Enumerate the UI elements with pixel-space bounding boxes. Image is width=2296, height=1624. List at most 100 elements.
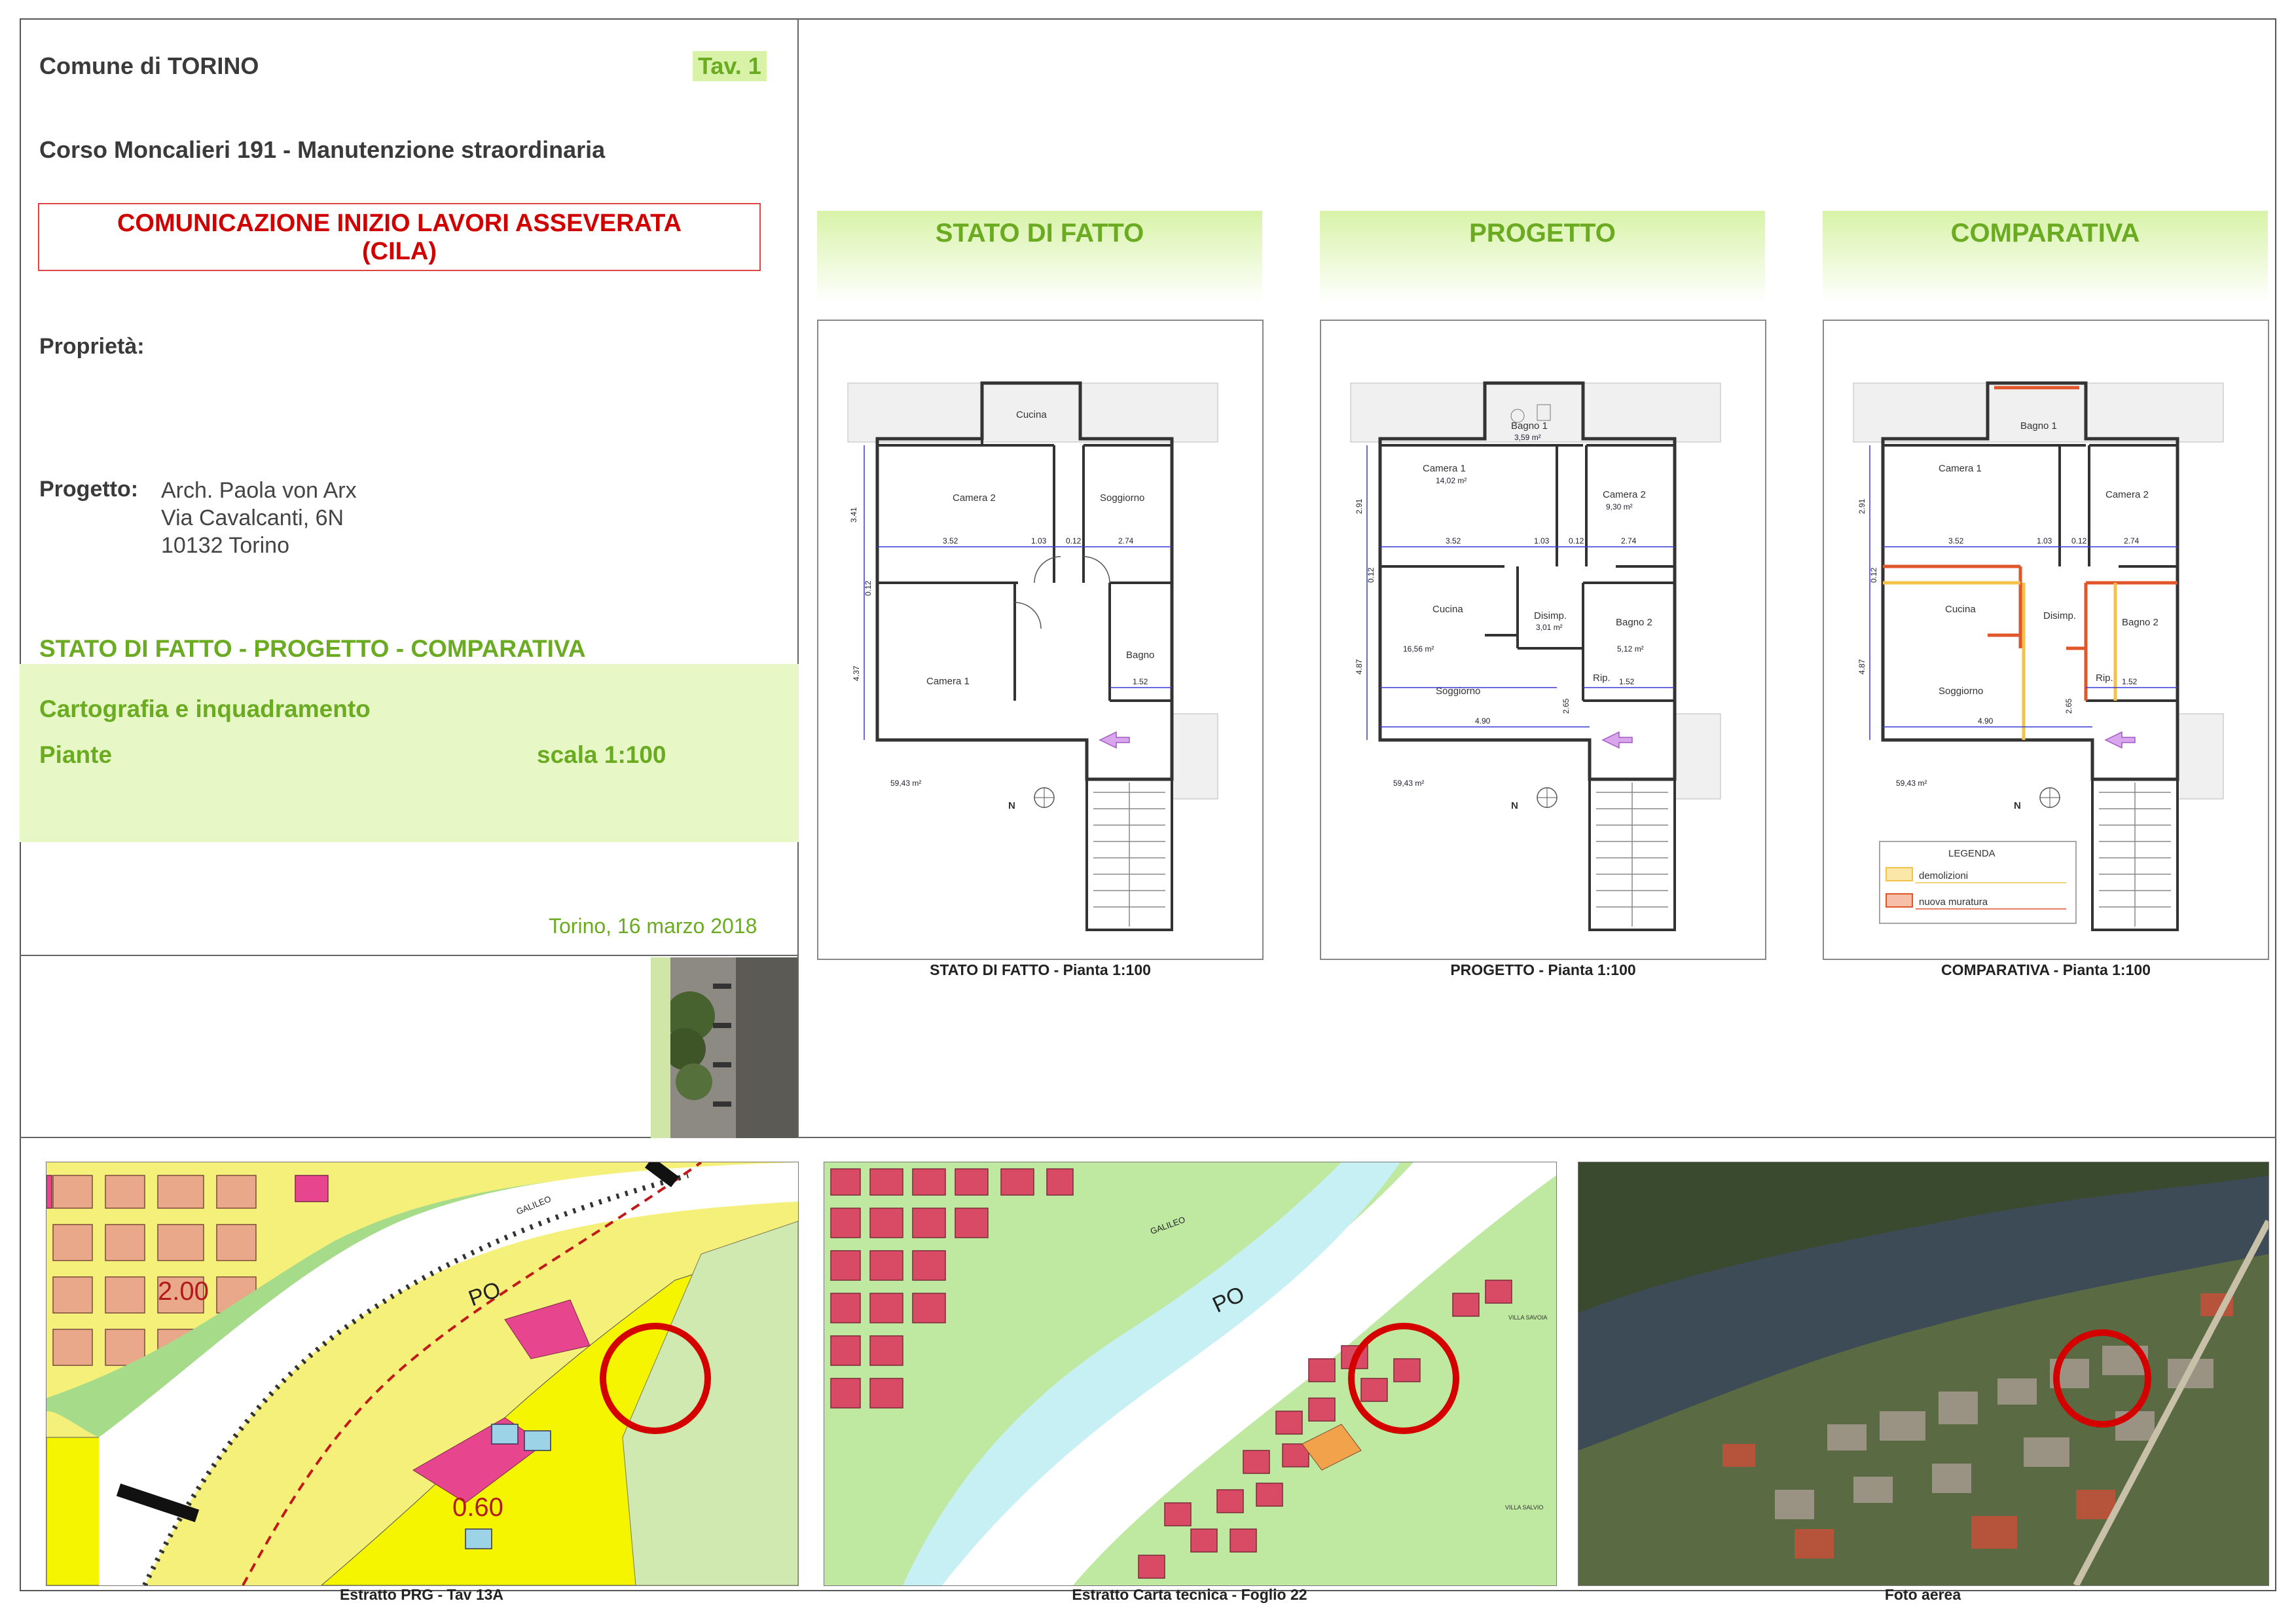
dim-label: 3.41: [849, 507, 858, 523]
contents-piante: Piante: [39, 741, 113, 768]
room-area: 14,02 m²: [1436, 476, 1467, 485]
plan-heading-stato: STATO DI FATTO: [817, 211, 1262, 303]
north-marker: N: [2014, 800, 2021, 811]
dim-label: 2.74: [1118, 536, 1134, 545]
dim-label: 0.12: [1569, 536, 1584, 545]
room-area: 9,30 m²: [1606, 502, 1633, 511]
total-area: 59,43 m²: [1896, 779, 1927, 788]
dim-label: 4.87: [1355, 659, 1364, 674]
room-label: Bagno 2: [1616, 617, 1652, 628]
map-caption-prg: Estratto PRG - Tav 13A: [339, 1586, 504, 1603]
divider-title-bottom: [20, 955, 799, 956]
contents-band: [20, 664, 799, 842]
room-label: Cucina: [1016, 409, 1047, 420]
map-prg-drawing: 2.00 0.60 PO GALILEO: [46, 1162, 798, 1585]
divider-vertical: [797, 18, 799, 1138]
progetto-address: Arch. Paola von Arx Via Cavalcanti, 6N 1…: [161, 477, 357, 559]
dim-label: 4.87: [1857, 659, 1867, 674]
plan-progetto-drawing: Bagno 1 3,59 m² Camera 1 14,02 m² Camera…: [1350, 381, 1721, 931]
progetto-label: Progetto:: [39, 477, 139, 502]
legend-item: demolizioni: [1919, 870, 1968, 881]
map-prg: 2.00 0.60 PO GALILEO: [46, 1162, 799, 1586]
plan-heading-progetto: PROGETTO: [1320, 211, 1765, 303]
room-area: 3,01 m²: [1536, 623, 1563, 632]
dim-label: 1.03: [1031, 536, 1047, 545]
map-caption-carta: Estratto Carta tecnica - Foglio 22: [1072, 1586, 1307, 1603]
map-label: VILLA SALVIO: [1505, 1504, 1543, 1511]
dim-label: 1.52: [2122, 677, 2138, 686]
dim-label: 4.37: [852, 665, 861, 681]
plan-stato-di-fatto: Cucina Camera 2 Soggiorno Camera 1 Bagno…: [817, 320, 1264, 960]
progetto-line: 10132 Torino: [161, 533, 289, 558]
map-label: VILLA SAVOIA: [1508, 1314, 1547, 1321]
dim-label: 2.91: [1857, 498, 1867, 514]
contents-cartografia: Cartografia e inquadramento: [39, 695, 371, 722]
dim-label: 2.65: [2064, 698, 2073, 714]
room-label: Soggiorno: [1100, 492, 1144, 504]
room-label: Bagno 2: [2122, 617, 2159, 628]
dim-label: 2.91: [1355, 498, 1364, 514]
building-photo-drawing: [651, 957, 797, 1138]
dim-label: 2.65: [1561, 698, 1571, 714]
room-label: Soggiorno: [1939, 686, 1983, 697]
map-carta-tecnica: PO GALILEO VILLA SAVOIA VILLA SALVIO: [824, 1162, 1557, 1586]
room-label: Camera 1: [1939, 463, 1982, 474]
room-label: Rip.: [2096, 673, 2113, 684]
dim-label: 4.90: [1475, 716, 1491, 726]
date-label: Torino, 16 marzo 2018: [549, 914, 757, 938]
plan-comparativa: Bagno 1 Camera 1 Camera 2 Cucina Disimp.…: [1823, 320, 2269, 960]
cila-line-1: COMUNICAZIONE INIZIO LAVORI ASSEVERATA: [117, 210, 682, 237]
dim-label: 0.12: [2071, 536, 2087, 545]
room-label: Camera 1: [1423, 463, 1466, 474]
legend-item: nuova muratura: [1919, 896, 1988, 908]
room-label: Camera 2: [2105, 489, 2149, 500]
dim-label: 1.52: [1133, 677, 1148, 686]
plan-stato-drawing: Cucina Camera 2 Soggiorno Camera 1 Bagno…: [847, 381, 1218, 931]
dim-label: 0.12: [864, 580, 873, 596]
progetto-line: Via Cavalcanti, 6N: [161, 506, 344, 530]
room-label: Bagno 1: [1511, 420, 1548, 432]
contents-scale: scala 1:100: [537, 741, 666, 768]
map-caption-aerial: Foto aerea: [1884, 1586, 1961, 1603]
building-photo: [651, 957, 797, 1138]
room-label: Soggiorno: [1436, 686, 1480, 697]
dim-label: 1.03: [2037, 536, 2052, 545]
plan-caption-comparativa: COMPARATIVA - Pianta 1:100: [1941, 961, 2151, 978]
map-aerial-photo: [1578, 1162, 2269, 1586]
proprieta-label: Proprietà:: [39, 334, 145, 359]
plan-caption-stato: STATO DI FATTO - Pianta 1:100: [930, 961, 1151, 978]
room-area: 16,56 m²: [1403, 644, 1434, 654]
room-area: 5,12 m²: [1617, 644, 1644, 654]
tav-badge: Tav. 1: [693, 51, 767, 81]
room-label: Disimp.: [1534, 610, 1567, 621]
cila-box: COMUNICAZIONE INIZIO LAVORI ASSEVERATA (…: [38, 203, 761, 271]
room-label: Camera 2: [1603, 489, 1646, 500]
total-area: 59,43 m²: [890, 779, 921, 788]
dim-label: 3.52: [1446, 536, 1461, 545]
dim-label: 1.03: [1534, 536, 1550, 545]
dim-label: 3.52: [943, 536, 958, 545]
dim-label: 2.74: [1621, 536, 1637, 545]
room-label: Bagno 1: [2020, 420, 2057, 432]
comune-title: Comune di TORINO: [39, 52, 259, 79]
room-label: Rip.: [1593, 673, 1611, 684]
map-carta-drawing: PO GALILEO VILLA SAVOIA VILLA SALVIO: [824, 1162, 1556, 1585]
aerial-photo-drawing: [1578, 1162, 2269, 1585]
divider-maps-top: [20, 1137, 2276, 1138]
address-title: Corso Moncalieri 191 - Manutenzione stra…: [39, 136, 606, 163]
progetto-line: Arch. Paola von Arx: [161, 478, 357, 503]
north-marker: N: [1511, 800, 1518, 811]
plan-heading-comparativa: COMPARATIVA: [1823, 211, 2268, 303]
cila-line-2: (CILA): [362, 238, 437, 265]
dim-label: 0.12: [1066, 536, 1082, 545]
north-marker: N: [1008, 800, 1015, 811]
map-label: 0.60: [452, 1493, 503, 1522]
room-label: Disimp.: [2043, 610, 2076, 621]
legend-title: LEGENDA: [1948, 848, 1995, 859]
room-label: Camera 1: [926, 676, 970, 687]
room-label: Camera 2: [953, 492, 996, 504]
room-label: Cucina: [1945, 604, 1976, 615]
section-title: STATO DI FATTO - PROGETTO - COMPARATIVA: [39, 635, 586, 662]
plan-comparativa-drawing: Bagno 1 Camera 1 Camera 2 Cucina Disimp.…: [1853, 381, 2224, 931]
map-label: 2.00: [158, 1277, 209, 1306]
